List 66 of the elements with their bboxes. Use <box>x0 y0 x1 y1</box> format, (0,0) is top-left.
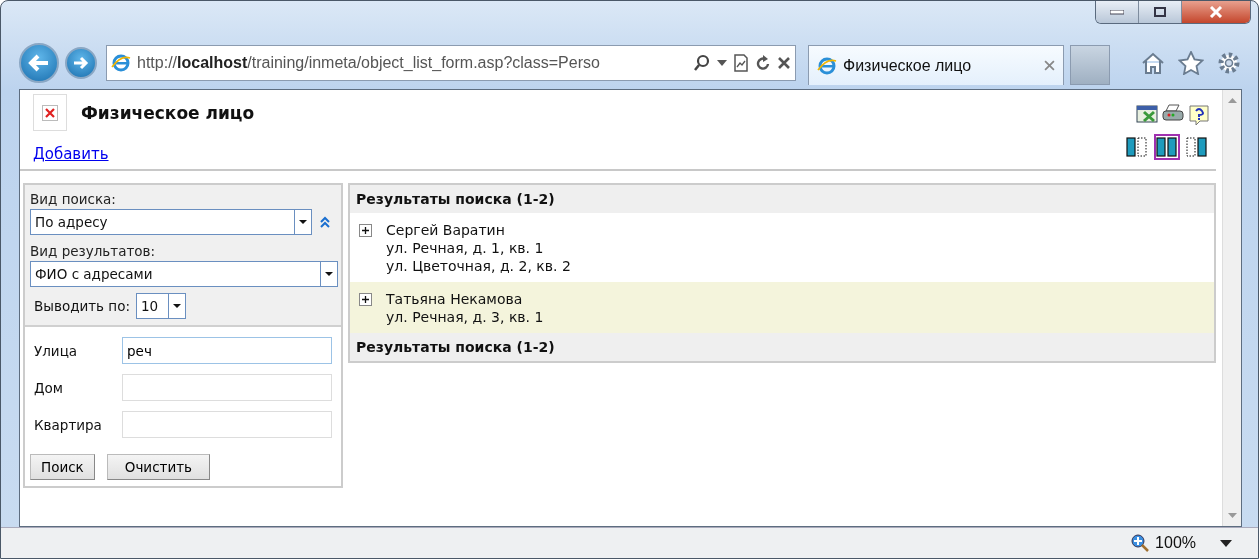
close-button[interactable] <box>1181 1 1250 23</box>
zoom-icon[interactable] <box>1131 534 1150 552</box>
results-header: Результаты поиска (1-2) <box>350 185 1214 213</box>
forward-arrow-icon <box>73 56 89 70</box>
minimize-icon <box>1110 9 1124 15</box>
browser-logo-icon <box>111 53 131 73</box>
back-arrow-icon <box>28 54 50 72</box>
address-bar[interactable]: http://localhost/training/inmeta/object_list_form.asp?class=Perso <box>106 45 796 81</box>
home-icon[interactable] <box>1140 51 1166 75</box>
maximize-icon <box>1154 7 1166 17</box>
page-size-dropdown[interactable]: 10 <box>136 293 186 319</box>
caret-icon[interactable] <box>717 60 727 66</box>
star-icon[interactable] <box>1178 51 1204 75</box>
compatibility-view-icon[interactable] <box>733 54 749 72</box>
field-label: Выводить по: <box>34 298 130 314</box>
layout-columns-icon <box>1156 137 1178 157</box>
spreadsheet-export-icon[interactable] <box>1136 104 1158 124</box>
text-input[interactable]: реч <box>122 337 332 364</box>
form-button[interactable]: Очистить <box>106 454 211 480</box>
caret-icon <box>299 220 307 224</box>
add-link[interactable]: Добавить <box>33 145 255 163</box>
result-row[interactable]: Татьяна Некамова ул. Речная, д. 3, кв. 1 <box>350 282 1214 333</box>
field-label: Улица <box>34 342 79 359</box>
text-input[interactable] <box>122 411 332 438</box>
search-icon[interactable] <box>693 54 711 72</box>
result-type-dropdown[interactable]: ФИО с адресами <box>30 261 338 287</box>
expand-icon[interactable] <box>359 293 372 306</box>
collapse-icon[interactable] <box>318 215 332 229</box>
expand-icon[interactable] <box>359 224 372 237</box>
page-title: Физическое лицо <box>81 102 255 123</box>
zoom-level[interactable]: 100% <box>1155 534 1196 552</box>
help-icon[interactable] <box>1188 104 1210 126</box>
text-input[interactable] <box>122 374 332 401</box>
layout-columns-icon <box>1126 137 1148 157</box>
stop-icon[interactable] <box>777 56 791 70</box>
layout-columns-icon <box>1186 137 1208 157</box>
broken-image-icon <box>42 104 58 121</box>
settings-icon[interactable] <box>1216 50 1242 76</box>
close-icon[interactable] <box>1044 60 1055 71</box>
field-label: Дом <box>34 379 64 396</box>
caret-icon <box>325 272 333 276</box>
url-text: http://localhost/training/inmeta/object_list_form.asp?class=Perso <box>137 54 601 72</box>
caret-icon[interactable] <box>1220 539 1232 547</box>
maximize-button[interactable] <box>1138 1 1181 23</box>
person-name: Татьяна Некамова <box>386 290 524 308</box>
field-label: Квартира <box>34 416 103 433</box>
forward-button[interactable] <box>65 47 97 79</box>
address-text: ул. Речная, д. 3, кв. 1 <box>386 308 544 326</box>
field-label: Вид результатов: <box>30 243 157 259</box>
layout-button[interactable] <box>1154 134 1180 160</box>
browser-tab[interactable]: Физическое лицо <box>808 45 1064 85</box>
browser-logo-icon <box>817 55 837 76</box>
address-text: ул. Речная, д. 1, кв. 1 <box>386 239 545 257</box>
person-name: Сергей Варатин <box>386 221 506 239</box>
caret-icon <box>173 304 181 308</box>
printer-icon[interactable] <box>1161 104 1185 124</box>
refresh-icon[interactable] <box>755 54 771 72</box>
close-icon <box>1209 6 1223 18</box>
search-type-dropdown[interactable]: По адресу <box>30 209 312 235</box>
field-label: Вид поиска: <box>30 191 117 207</box>
form-button[interactable]: Поиск <box>30 454 95 480</box>
layout-button[interactable] <box>1184 134 1210 160</box>
back-button[interactable] <box>19 43 59 83</box>
results-footer: Результаты поиска (1-2) <box>350 333 1214 361</box>
address-text: ул. Цветочная, д. 2, кв. 2 <box>386 257 571 275</box>
layout-button[interactable] <box>1124 134 1150 160</box>
